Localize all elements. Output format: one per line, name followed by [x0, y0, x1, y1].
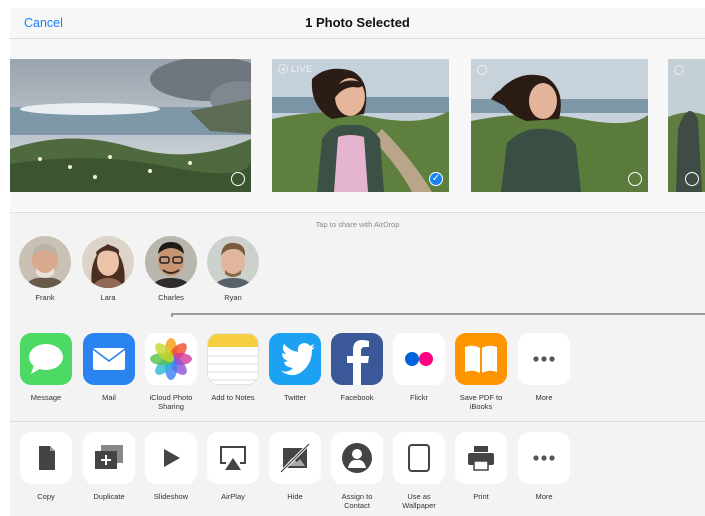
live-badge-label: LIVE: [291, 64, 313, 74]
facebook-icon: [331, 333, 383, 385]
airdrop-hint: Tap to share with AirDrop: [315, 220, 400, 229]
action-slideshow[interactable]: Slideshow: [141, 432, 201, 501]
action-label: Copy: [37, 492, 55, 501]
avatar: [207, 236, 259, 288]
share-label: Flickr: [410, 393, 428, 402]
action-label: Assign to Contact: [327, 492, 387, 510]
action-use-as-wallpaper[interactable]: Use as Wallpaper: [389, 432, 449, 510]
share-label-line1: iCloud Photo: [149, 393, 193, 402]
share-label: iCloud Photo Sharing: [141, 393, 201, 411]
seascape-image: [10, 59, 251, 192]
action-label: More: [535, 492, 553, 501]
page-title: 1 Photo Selected: [305, 15, 410, 30]
action-assign-to-contact[interactable]: Assign to Contact: [327, 432, 387, 510]
action-label: Use as Wallpaper: [389, 492, 449, 510]
share-label: Add to Notes: [211, 393, 255, 402]
avatar: [82, 236, 134, 288]
share-label-line2: Sharing: [158, 402, 184, 411]
share-twitter[interactable]: Twitter: [265, 333, 325, 402]
airdrop-contact-lara[interactable]: Lara: [81, 236, 135, 302]
contact-name: Lara: [100, 293, 116, 302]
live-photo-icon: [278, 64, 288, 74]
share-label-line1: Save PDF to: [459, 393, 503, 402]
duplicate-icon: [83, 432, 135, 484]
share-label: More: [535, 393, 553, 402]
action-label: Hide: [287, 492, 303, 501]
photo-thumbnail[interactable]: [471, 59, 648, 192]
live-badge: LIVE: [278, 64, 313, 74]
selection-circle[interactable]: [628, 172, 642, 186]
photos-icon: [145, 333, 197, 385]
live-photo-icon: [477, 65, 487, 75]
portrait-image: [272, 59, 449, 192]
share-label: Message: [30, 393, 62, 402]
portrait-image: [471, 59, 648, 192]
share-facebook[interactable]: Facebook: [327, 333, 387, 402]
copy-icon: [20, 432, 72, 484]
share-mail[interactable]: Mail: [79, 333, 139, 402]
action-more[interactable]: More: [514, 432, 574, 501]
checkmark-icon[interactable]: ✓: [429, 172, 443, 186]
mail-icon: [83, 333, 135, 385]
message-icon: [20, 333, 72, 385]
contact-icon: [331, 432, 383, 484]
flickr-icon: [393, 333, 445, 385]
contact-name: Ryan: [224, 293, 242, 302]
share-flickr[interactable]: Flickr: [389, 333, 449, 402]
navigation-bar: Cancel 1 Photo Selected: [10, 8, 705, 39]
wallpaper-icon: [393, 432, 445, 484]
action-hide[interactable]: Hide: [265, 432, 325, 501]
share-apps-row: Message Mail iCloud Photo Sharing Add to…: [10, 317, 705, 422]
share-label: Facebook: [340, 393, 374, 402]
photo-thumbnail[interactable]: [10, 59, 251, 192]
play-icon: [145, 432, 197, 484]
share-label-line2: iBooks: [469, 402, 493, 411]
avatar: [19, 236, 71, 288]
photo-thumbnail-selected[interactable]: LIVE ✓: [272, 59, 449, 192]
selection-circle[interactable]: [685, 172, 699, 186]
avatar: [145, 236, 197, 288]
action-copy[interactable]: Copy: [16, 432, 76, 501]
action-label-line2: Contact: [344, 501, 370, 510]
live-photo-icon: [674, 65, 684, 75]
airdrop-contact-ryan[interactable]: Ryan: [206, 236, 260, 302]
share-icloud-photo-sharing[interactable]: iCloud Photo Sharing: [141, 333, 201, 411]
share-more[interactable]: More: [514, 333, 574, 402]
airdrop-contact-frank[interactable]: Frank: [18, 236, 72, 302]
photo-strip[interactable]: LIVE ✓: [10, 39, 705, 211]
ibooks-icon: [455, 333, 507, 385]
more-icon: [518, 432, 570, 484]
more-icon: [518, 333, 570, 385]
notes-icon: [207, 333, 259, 385]
partial-photo-image: [668, 59, 705, 192]
action-label: Slideshow: [153, 492, 189, 501]
action-label-line1: Use as: [407, 492, 431, 501]
action-label: Duplicate: [93, 492, 125, 501]
action-label-line2: Wallpaper: [402, 501, 436, 510]
share-message[interactable]: Message: [16, 333, 76, 402]
share-label: Mail: [102, 393, 116, 402]
contact-name: Frank: [35, 293, 55, 302]
action-duplicate[interactable]: Duplicate: [79, 432, 139, 501]
share-label: Save PDF to iBooks: [451, 393, 511, 411]
selection-circle[interactable]: [231, 172, 245, 186]
action-print[interactable]: Print: [451, 432, 511, 501]
airplay-icon: [207, 432, 259, 484]
airdrop-row: Tap to share with AirDrop Frank Lara Cha…: [10, 212, 705, 318]
actions-row: Copy Duplicate Slideshow AirPlay Hide As…: [10, 422, 705, 516]
photo-thumbnail[interactable]: [668, 59, 705, 192]
action-label: Print: [473, 492, 489, 501]
callout-line: [171, 313, 705, 315]
print-icon: [455, 432, 507, 484]
action-airplay[interactable]: AirPlay: [203, 432, 263, 501]
share-label: Twitter: [283, 393, 307, 402]
action-label: AirPlay: [221, 492, 245, 501]
contact-name: Charles: [158, 293, 184, 302]
action-label-line1: Assign to: [341, 492, 373, 501]
share-save-pdf-to-ibooks[interactable]: Save PDF to iBooks: [451, 333, 511, 411]
airdrop-contact-charles[interactable]: Charles: [144, 236, 198, 302]
twitter-icon: [269, 333, 321, 385]
share-add-to-notes[interactable]: Add to Notes: [203, 333, 263, 402]
hide-icon: [269, 432, 321, 484]
